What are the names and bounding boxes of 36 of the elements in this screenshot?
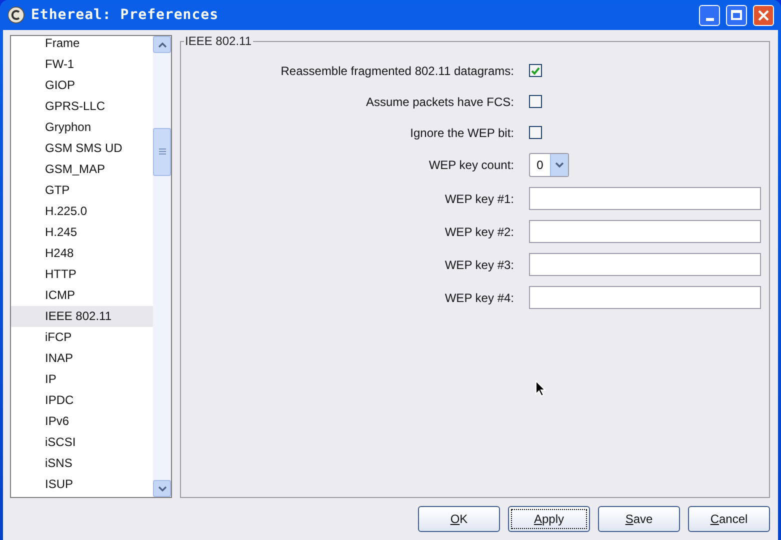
field-label: WEP key #1: [444, 190, 514, 208]
field-label: WEP key #4: [444, 290, 514, 306]
checkbox[interactable] [529, 126, 542, 139]
close-button[interactable] [753, 4, 774, 26]
mouse-pointer-icon [535, 380, 546, 397]
input-field[interactable] [529, 187, 761, 210]
app-icon [7, 6, 25, 24]
field-label: Reassemble fragmented 802.11 datagrams: [280, 62, 514, 80]
input-field[interactable] [529, 253, 761, 276]
chevron-down-icon [158, 486, 166, 492]
chevron-down-icon [555, 162, 564, 168]
minimize-button[interactable] [699, 4, 720, 26]
field-label: WEP key #2: [444, 224, 514, 240]
input-field[interactable] [529, 286, 761, 309]
list-item[interactable]: IEEE 802.11 [11, 306, 153, 327]
field-label: Ignore the WEP bit: [409, 124, 514, 142]
dropdown[interactable]: 0 [529, 153, 569, 177]
dialog-button[interactable]: Cancel [688, 506, 770, 532]
field-label: Assume packets have FCS: [364, 94, 514, 110]
grip-icon [158, 148, 166, 155]
dialog-button[interactable]: Save [598, 506, 680, 532]
input-field[interactable] [529, 220, 761, 243]
maximize-button[interactable] [726, 4, 747, 26]
checkbox[interactable] [529, 95, 542, 108]
close-icon [758, 10, 769, 20]
scroll-thumb[interactable] [153, 128, 171, 176]
scroll-down-button[interactable] [153, 480, 171, 497]
chevron-up-icon [158, 42, 166, 48]
window-title: Ethereal: Preferences [31, 6, 220, 24]
checkbox[interactable] [529, 64, 542, 77]
scrollbar[interactable] [153, 36, 171, 497]
dialog-button[interactable]: OK [418, 506, 500, 532]
dialog-button[interactable]: Apply [508, 506, 590, 532]
field-label: WEP key #3: [444, 256, 514, 274]
scroll-up-button[interactable] [153, 36, 171, 53]
field-label: WEP key count: [428, 157, 514, 174]
